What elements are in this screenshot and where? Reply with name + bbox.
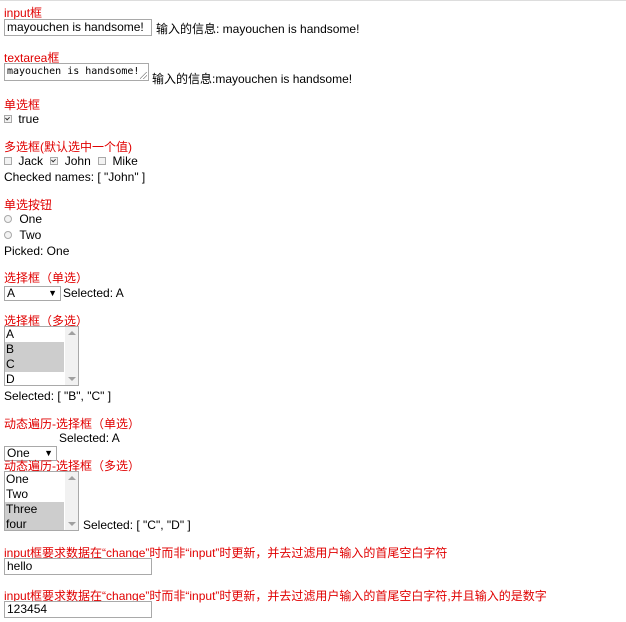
checkbox-john-label: John xyxy=(64,154,91,168)
textarea-echo-text: 输入的信息:mayouchen is handsome! xyxy=(152,72,353,86)
select-single-result: Selected: A xyxy=(63,286,124,300)
scroll-down-arrow-icon[interactable] xyxy=(68,377,76,381)
textarea-value: mayouchen is handsome! xyxy=(7,66,140,77)
radio-two-row: Two xyxy=(4,228,41,242)
top-divider xyxy=(0,0,626,1)
radio-section-label: 单选按钮 xyxy=(4,198,53,212)
dyn-listbox-option-three[interactable]: Three xyxy=(5,502,64,517)
dyn-select-multi-listbox[interactable]: One Two Three four xyxy=(4,471,79,531)
number-trim-input[interactable]: 123454 xyxy=(4,601,152,618)
dyn-listbox-option-one[interactable]: One xyxy=(5,472,64,487)
listbox-option-b[interactable]: B xyxy=(5,342,64,357)
radio-one-row: One xyxy=(4,212,42,226)
textarea-field[interactable]: mayouchen is handsome! xyxy=(4,63,149,81)
listbox-option-d[interactable]: D xyxy=(5,372,64,385)
multi-checkbox-label: 多选框(默认选中一个值) xyxy=(4,140,132,154)
checkbox-mike-label: Mike xyxy=(112,154,138,168)
multi-checkbox-row: Jack John Mike xyxy=(4,154,138,168)
select-multi-listbox[interactable]: A B C D xyxy=(4,326,79,386)
lazy-trim-input[interactable]: hello xyxy=(4,558,152,575)
dyn-listbox-option-four[interactable]: four xyxy=(5,517,64,530)
single-checkbox[interactable] xyxy=(4,114,12,123)
radio-two[interactable] xyxy=(4,230,12,239)
dyn-listbox-option-two[interactable]: Two xyxy=(5,487,64,502)
select-single-value: A xyxy=(7,286,16,300)
select-single-dropdown[interactable]: A ▼ xyxy=(4,286,61,301)
select-single-label: 选择框（单选） xyxy=(4,271,89,285)
select-multi-result: Selected: [ "B", "C" ] xyxy=(4,389,112,403)
single-checkbox-text: true xyxy=(18,112,40,126)
checkbox-mike[interactable] xyxy=(98,156,107,165)
single-checkbox-row: true xyxy=(4,112,39,126)
dyn-select-multi-result: Selected: [ "C", "D" ] xyxy=(83,518,191,532)
radio-one[interactable] xyxy=(4,214,12,223)
listbox-scrollbar[interactable] xyxy=(65,327,78,385)
dyn-select-single-result: Selected: A xyxy=(59,431,120,445)
resize-grip-icon[interactable] xyxy=(140,72,147,79)
checkbox-jack-label: Jack xyxy=(18,154,44,168)
dyn-select-single-label: 动态遍历-选择框（单选） xyxy=(4,417,140,431)
checked-names-result: Checked names: [ "John" ] xyxy=(4,170,146,184)
input-echo-text: 输入的信息: mayouchen is handsome! xyxy=(156,22,360,36)
scroll-up-arrow-icon[interactable] xyxy=(68,331,76,335)
dropdown-arrow-icon: ▼ xyxy=(48,288,57,298)
radio-two-label: Two xyxy=(19,228,42,242)
scroll-down-arrow-icon[interactable] xyxy=(68,522,76,526)
checkbox-jack[interactable] xyxy=(4,156,12,165)
single-checkbox-label: 单选框 xyxy=(4,98,41,112)
radio-one-label: One xyxy=(19,212,43,226)
listbox-scrollbar[interactable] xyxy=(65,472,78,530)
picked-result: Picked: One xyxy=(4,244,70,258)
scroll-up-arrow-icon[interactable] xyxy=(68,476,76,480)
listbox-option-a[interactable]: A xyxy=(5,327,64,342)
listbox-option-c[interactable]: C xyxy=(5,357,64,372)
checkbox-john[interactable] xyxy=(50,156,59,165)
text-input[interactable]: mayouchen is handsome! xyxy=(4,19,152,36)
